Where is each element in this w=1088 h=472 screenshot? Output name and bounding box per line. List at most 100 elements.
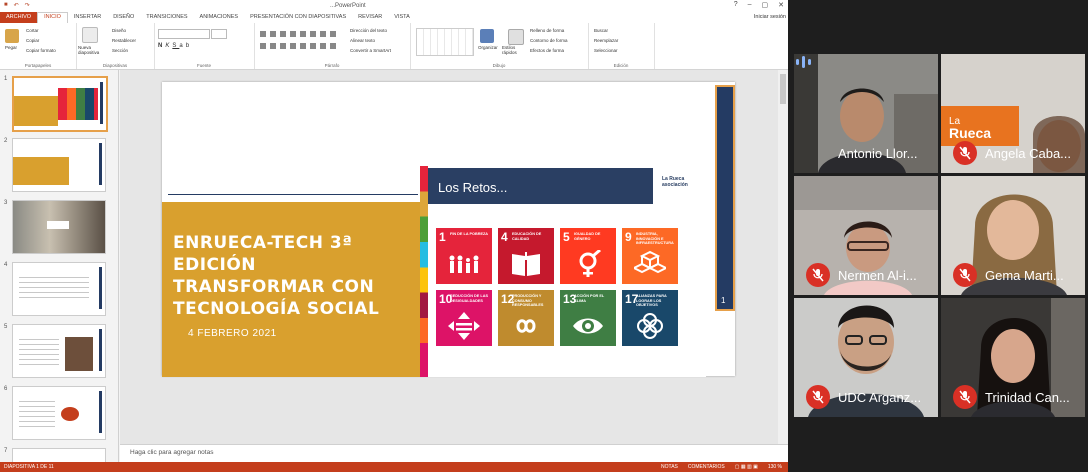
redo-icon[interactable]: ↷: [25, 2, 30, 9]
thumbnail-slide-5[interactable]: [12, 324, 106, 378]
title-line-1: ENRUECA-TECH 3ª EDICIÓN: [173, 233, 353, 275]
thumbnail-slide-4[interactable]: [12, 262, 106, 316]
thumb-number: 7: [4, 448, 8, 454]
tab-transiciones[interactable]: TRANSICIONES: [140, 12, 193, 23]
cut-button[interactable]: Cortar: [26, 28, 39, 33]
slide-date[interactable]: 4 FEBRERO 2021: [188, 328, 277, 339]
view-buttons[interactable]: ▢ ▦ ▥ ▣: [735, 464, 758, 470]
quick-access-toolbar: ■ ↶ ↷: [4, 2, 30, 9]
signin-link[interactable]: Iniciar sesión: [754, 12, 786, 23]
equality-arrows-icon: [448, 312, 480, 340]
mic-off-icon: [953, 385, 977, 409]
goal-13-tile: 13 ACCIÓN POR EL CLIMA: [560, 290, 616, 346]
help-icon[interactable]: ?: [734, 1, 738, 9]
slide-canvas[interactable]: ENRUECA-TECH 3ª EDICIÓN TRANSFORMAR CON …: [162, 82, 735, 377]
arrange-button[interactable]: Organizar: [478, 45, 498, 50]
slide-side-bar: 1: [715, 85, 735, 311]
sdg-goals-image[interactable]: Los Retos... La Rueca asociación 1 FIN D…: [420, 166, 706, 377]
goal-label: FIN DE LA POBREZA: [450, 232, 489, 236]
text-direction-button[interactable]: Dirección del texto: [350, 28, 387, 33]
group-label: Edición: [613, 63, 629, 68]
paste-button[interactable]: Pegar: [5, 45, 17, 50]
minimize-icon[interactable]: –: [748, 1, 752, 9]
font-size-select[interactable]: [211, 29, 227, 39]
goal-label: ALIANZAS PARA LOGRAR LOS OBJETIVOS: [636, 294, 667, 308]
participant-tile[interactable]: Nermen Al-i...: [794, 176, 938, 295]
tab-archivo[interactable]: ARCHIVO: [0, 12, 38, 23]
smartart-button[interactable]: Convertir a SmartArt: [350, 48, 391, 53]
font-format-icons[interactable]: NKSab: [158, 43, 192, 49]
vertical-scrollbar[interactable]: [778, 70, 788, 444]
new-slide-icon[interactable]: [82, 27, 98, 43]
quick-styles-button[interactable]: Estilos rápidos: [502, 45, 528, 55]
participant-tile[interactable]: Trinidad Can...: [941, 298, 1085, 417]
layout-button[interactable]: Diseño: [112, 28, 126, 33]
goal-10-tile: 10 REDUCCIÓN DE LAS DESIGUALDADES: [436, 290, 492, 346]
font-name-select[interactable]: [158, 29, 210, 39]
format-painter-button[interactable]: Copiar formato: [26, 48, 56, 53]
maximize-icon[interactable]: ▢: [762, 1, 769, 9]
align-text-button[interactable]: Alinear texto: [350, 38, 375, 43]
tab-revisar[interactable]: REVISAR: [352, 12, 388, 23]
section-button[interactable]: Sección: [112, 48, 128, 53]
group-clipboard: Pegar Cortar Copiar Copiar formato Porta…: [0, 23, 77, 69]
reset-button[interactable]: Restablecer: [112, 38, 136, 43]
quick-styles-icon[interactable]: [508, 29, 524, 45]
shape-fill-button[interactable]: Relleno de forma: [530, 28, 564, 33]
participant-tile[interactable]: Gema Marti...: [941, 176, 1085, 295]
shapes-gallery[interactable]: [416, 28, 474, 56]
save-icon[interactable]: ■: [4, 2, 8, 9]
tab-presentacion[interactable]: PRESENTACIÓN CON DIAPOSITIVAS: [244, 12, 352, 23]
goal-number: 5: [563, 230, 570, 244]
shape-effects-button[interactable]: Efectos de forma: [530, 48, 564, 53]
list-icons[interactable]: [260, 31, 340, 37]
goal-label: ACCIÓN POR EL CLIMA: [574, 294, 605, 303]
participant-tile[interactable]: La Rueca Angela Caba...: [941, 54, 1085, 173]
ribbon: Pegar Cortar Copiar Copiar formato Porta…: [0, 23, 788, 70]
arrange-icon[interactable]: [480, 29, 494, 43]
tab-insertar[interactable]: INSERTAR: [68, 12, 107, 23]
participant-name: Nermen Al-i...: [838, 268, 917, 283]
powerpoint-window: ■ ↶ ↷ ...PowerPoint ? – ▢ ✕ ARCHIVO INIC…: [0, 0, 788, 472]
slide-title[interactable]: ENRUECA-TECH 3ª EDICIÓN TRANSFORMAR CON …: [173, 232, 428, 320]
participant-tile[interactable]: UDC Arganz...: [794, 298, 938, 417]
select-button[interactable]: Seleccionar: [594, 48, 618, 53]
thumbnail-slide-2[interactable]: [12, 138, 106, 192]
thumb-number: 6: [4, 386, 8, 392]
ribbon-tabs: ARCHIVO INICIO INSERTAR DISEÑO TRANSICIO…: [0, 12, 788, 23]
undo-icon[interactable]: ↶: [14, 2, 19, 9]
tab-vista[interactable]: VISTA: [388, 12, 416, 23]
align-icons[interactable]: [260, 43, 340, 49]
find-button[interactable]: Buscar: [594, 28, 608, 33]
family-icon: [449, 255, 479, 273]
thumb-number: 3: [4, 200, 8, 206]
tab-animaciones[interactable]: ANIMACIONES: [194, 12, 245, 23]
notes-pane[interactable]: Haga clic para agregar notas: [120, 444, 788, 463]
mic-off-icon: [953, 141, 977, 165]
thumbnail-slide-6[interactable]: [12, 386, 106, 440]
participant-name: Gema Marti...: [985, 268, 1064, 283]
paste-icon[interactable]: [5, 29, 19, 43]
copy-button[interactable]: Copiar: [26, 38, 39, 43]
thumb-number: 4: [4, 262, 8, 268]
tab-inicio[interactable]: INICIO: [37, 12, 68, 23]
scroll-thumb[interactable]: [780, 74, 786, 104]
new-slide-button[interactable]: Nueva diapositiva: [78, 45, 112, 55]
tab-diseno[interactable]: DISEÑO: [107, 12, 140, 23]
close-icon[interactable]: ✕: [778, 1, 784, 9]
participant-tile[interactable]: Antonio Llor...: [794, 54, 938, 173]
shape-outline-button[interactable]: Contorno de forma: [530, 38, 568, 43]
goals-heading-bar: Los Retos...: [428, 168, 653, 204]
title-block[interactable]: ENRUECA-TECH 3ª EDICIÓN TRANSFORMAR CON …: [162, 202, 423, 377]
group-label: Párrafo: [324, 63, 340, 68]
thumbnail-slide-1[interactable]: [12, 76, 108, 132]
comments-toggle[interactable]: COMENTARIOS: [688, 464, 725, 470]
replace-button[interactable]: Reemplazar: [594, 38, 618, 43]
slide-editor: ENRUECA-TECH 3ª EDICIÓN TRANSFORMAR CON …: [120, 70, 788, 444]
group-drawing: Organizar Estilos rápidos Relleno de for…: [410, 23, 589, 69]
thumbnail-slide-3[interactable]: [12, 200, 106, 254]
zoom-level[interactable]: 130 %: [768, 464, 782, 470]
notes-toggle[interactable]: NOTAS: [661, 464, 678, 470]
notes-placeholder[interactable]: Haga clic para agregar notas: [130, 449, 213, 456]
goal-5-tile: 5 IGUALDAD DE GÉNERO: [560, 228, 616, 284]
